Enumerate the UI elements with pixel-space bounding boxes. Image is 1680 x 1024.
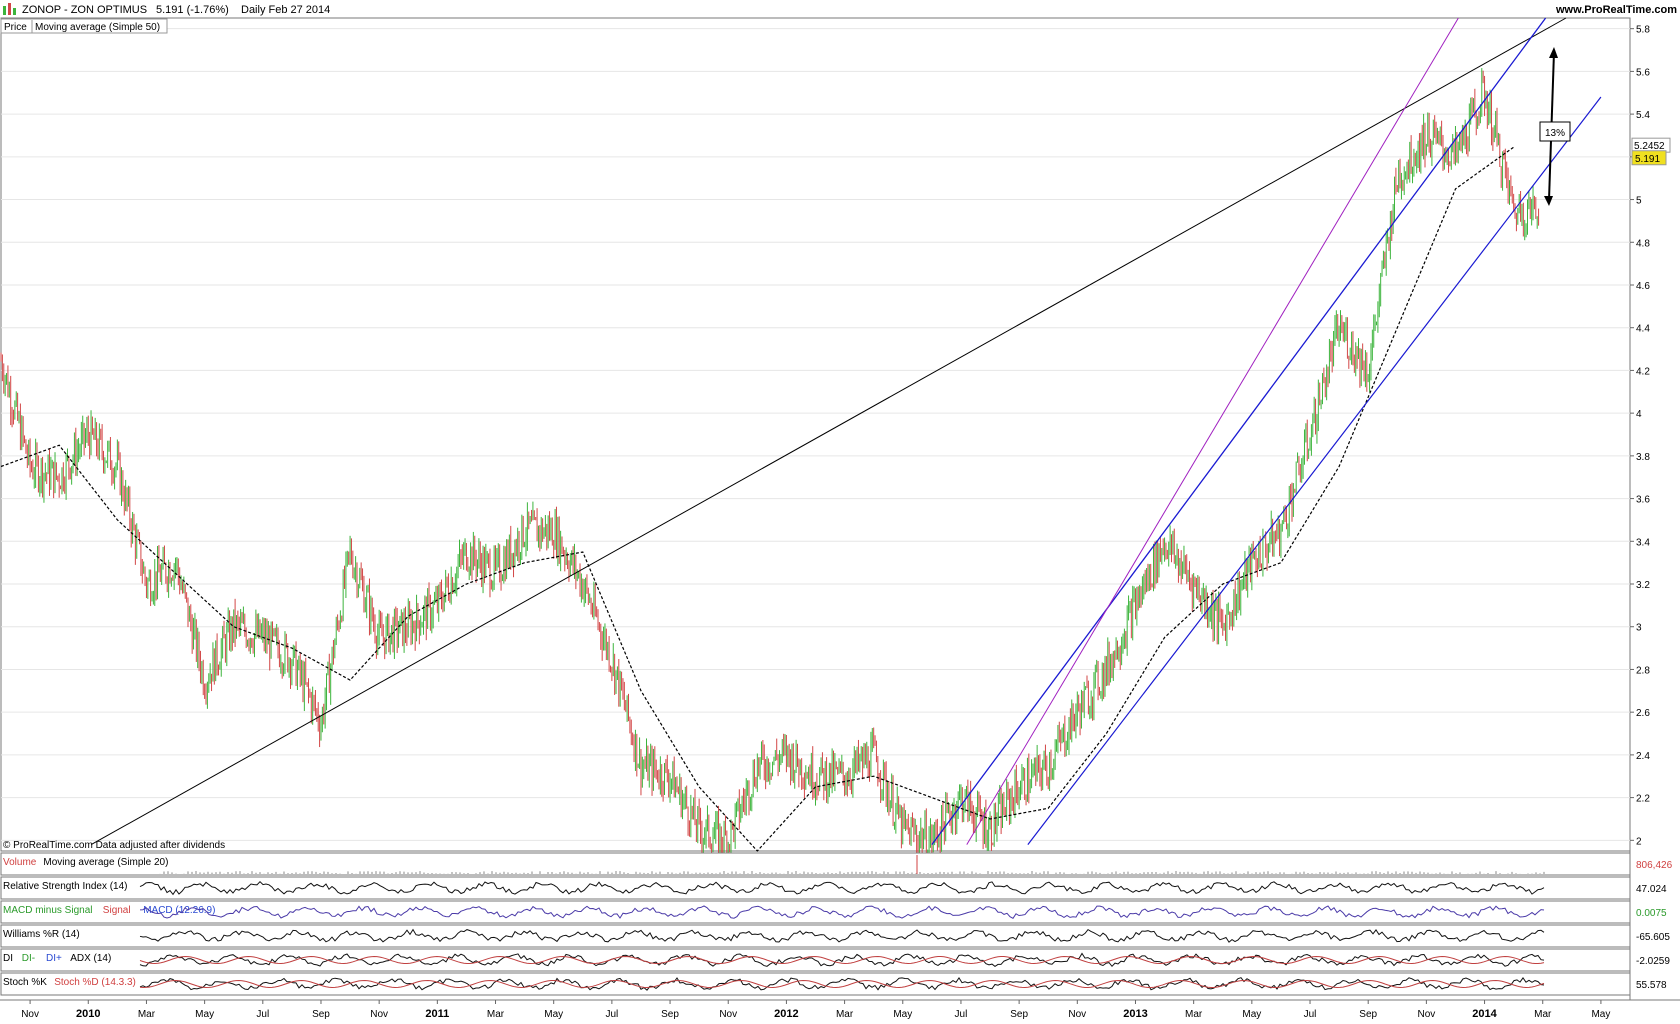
panel-stoch: Stoch %K Stoch %D (14.3.3) 55.578 xyxy=(0,972,1667,996)
x-tick-label: 2010 xyxy=(76,1008,100,1020)
indicator-value: 47.024 xyxy=(1636,884,1667,895)
y-tick-label: 3.4 xyxy=(1636,537,1650,548)
x-tick-label: Sep xyxy=(312,1009,330,1020)
y-tick-label: 4 xyxy=(1636,409,1642,420)
indicator-label[interactable]: Moving average (Simple 20) xyxy=(43,857,168,868)
indicator-label[interactable]: Signal xyxy=(103,905,131,916)
indicator-value: 0.0075 xyxy=(1636,908,1667,919)
header-quote: 5.191 (-1.76%) xyxy=(156,4,229,16)
x-tick-label: Jul xyxy=(1304,1009,1317,1020)
panel-frame xyxy=(0,876,1631,900)
footer-note: © ProRealTime.com Data adjusted after di… xyxy=(3,840,225,851)
y-tick-label: 4.6 xyxy=(1636,281,1650,292)
x-tick-label: Nov xyxy=(370,1009,388,1020)
x-tick-label: Nov xyxy=(1068,1009,1086,1020)
x-tick-label: Jul xyxy=(955,1009,968,1020)
x-tick-label: Sep xyxy=(1010,1009,1028,1020)
panel-rsi: Relative Strength Index (14) 47.024 xyxy=(0,876,1667,900)
indicator-value: -65.605 xyxy=(1636,932,1670,943)
x-tick-label: Mar xyxy=(1185,1009,1203,1020)
x-tick-label: 2012 xyxy=(774,1008,798,1020)
y-tick-label: 5 xyxy=(1636,196,1642,207)
indicator-label[interactable]: DI- xyxy=(22,953,35,964)
y-tick-label: 3.8 xyxy=(1636,452,1650,463)
y-tick-label: 5.8 xyxy=(1636,25,1650,36)
indicator-value: -2.0259 xyxy=(1636,956,1670,967)
indicator-label[interactable]: Stoch %D (14.3.3) xyxy=(54,977,136,988)
x-tick-label: May xyxy=(544,1009,563,1020)
x-tick-label: Sep xyxy=(661,1009,679,1020)
indicator-label[interactable]: DI+ xyxy=(46,953,62,964)
x-tick-label: Nov xyxy=(1417,1009,1435,1020)
panel-volume: Volume Moving average (Simple 20) 806,426 xyxy=(0,852,1673,876)
x-tick-label: Nov xyxy=(21,1009,39,1020)
y-tick-label: 3 xyxy=(1636,623,1642,634)
legend-price[interactable]: Price xyxy=(4,22,27,33)
y-tick-label: 5.6 xyxy=(1636,67,1650,78)
y-tick-label: 4.8 xyxy=(1636,238,1650,249)
y-tick-label: 2.6 xyxy=(1636,708,1650,719)
x-tick-label: 2013 xyxy=(1123,1008,1147,1020)
x-tick-label: 2011 xyxy=(425,1008,449,1020)
indicator-label[interactable]: Relative Strength Index (14) xyxy=(3,881,128,892)
x-tick-label: Nov xyxy=(719,1009,737,1020)
y-tick-label: 2.4 xyxy=(1636,751,1650,762)
y-tick-label: 5.4 xyxy=(1636,110,1650,121)
x-tick-label: Sep xyxy=(1359,1009,1377,1020)
price-panel xyxy=(0,17,1631,852)
y-tick-label: 2.2 xyxy=(1636,794,1650,805)
indicator-label[interactable]: Williams %R (14) xyxy=(3,929,80,940)
header-symbol: ZONOP - ZON OPTIMUS xyxy=(22,4,147,16)
indicator-panels: Volume Moving average (Simple 20) 806,426 R… xyxy=(0,852,1673,996)
x-tick-label: Mar xyxy=(836,1009,854,1020)
x-tick-label: Jul xyxy=(605,1009,618,1020)
indicator-value: 55.578 xyxy=(1636,980,1667,991)
panel-frame xyxy=(0,900,1631,924)
indicator-value: 806,426 xyxy=(1636,860,1673,871)
y-tick-label: 3.6 xyxy=(1636,495,1650,506)
indicator-label[interactable]: ADX (14) xyxy=(70,953,111,964)
indicator-label[interactable]: Stoch %K xyxy=(3,977,47,988)
ma-tag: 5.2452 xyxy=(1631,137,1671,153)
x-tick-label: May xyxy=(1242,1009,1261,1020)
x-tick-label: Jul xyxy=(256,1009,269,1020)
y-tick-label: 2.8 xyxy=(1636,665,1650,676)
y-tick-label: 2 xyxy=(1636,836,1642,847)
x-tick-label: 2014 xyxy=(1472,1008,1497,1020)
svg-text:5.191: 5.191 xyxy=(1635,154,1660,165)
panel-macd: MACD minus Signal Signal MACD (12.26.9) 0.0… xyxy=(0,900,1667,924)
x-tick-label: Mar xyxy=(487,1009,505,1020)
x-tick-label: Mar xyxy=(1534,1009,1552,1020)
chart-canvas: 2 2.2 2.4 2.6 2.8 3 3.2 3.4 3.6 3.8 4 4.2 4.4 4.6 4.8 5… xyxy=(0,0,1680,1020)
time-axis: Nov 2010 Mar May Jul Sep Nov 2011 Mar May Jul Sep No… xyxy=(0,999,1680,1020)
price-tag: 5.191 xyxy=(1631,150,1667,166)
pct-label: 13% xyxy=(1545,128,1565,139)
panel-dmi: DI DI- DI+ ADX (14) -2.0259 xyxy=(0,948,1670,972)
x-tick-label: May xyxy=(893,1009,912,1020)
y-tick-label: 3.2 xyxy=(1636,580,1650,591)
y-tick-label: 4.2 xyxy=(1636,366,1650,377)
indicator-label[interactable]: Volume xyxy=(3,857,37,868)
panel-frame xyxy=(0,852,1631,876)
legend-ma[interactable]: Moving average (Simple 50) xyxy=(35,22,160,33)
indicator-label[interactable]: DI xyxy=(3,953,13,964)
y-tick-label: 4.4 xyxy=(1636,324,1650,335)
indicator-label[interactable]: MACD minus Signal xyxy=(3,905,92,916)
header-site[interactable]: www.ProRealTime.com xyxy=(1555,4,1677,16)
panel-willr: Williams %R (14) -65.605 xyxy=(0,924,1670,948)
x-tick-label: Mar xyxy=(138,1009,156,1020)
header-period: Daily Feb 27 2014 xyxy=(241,4,330,16)
x-tick-label: May xyxy=(1591,1009,1610,1020)
x-tick-label: May xyxy=(195,1009,214,1020)
